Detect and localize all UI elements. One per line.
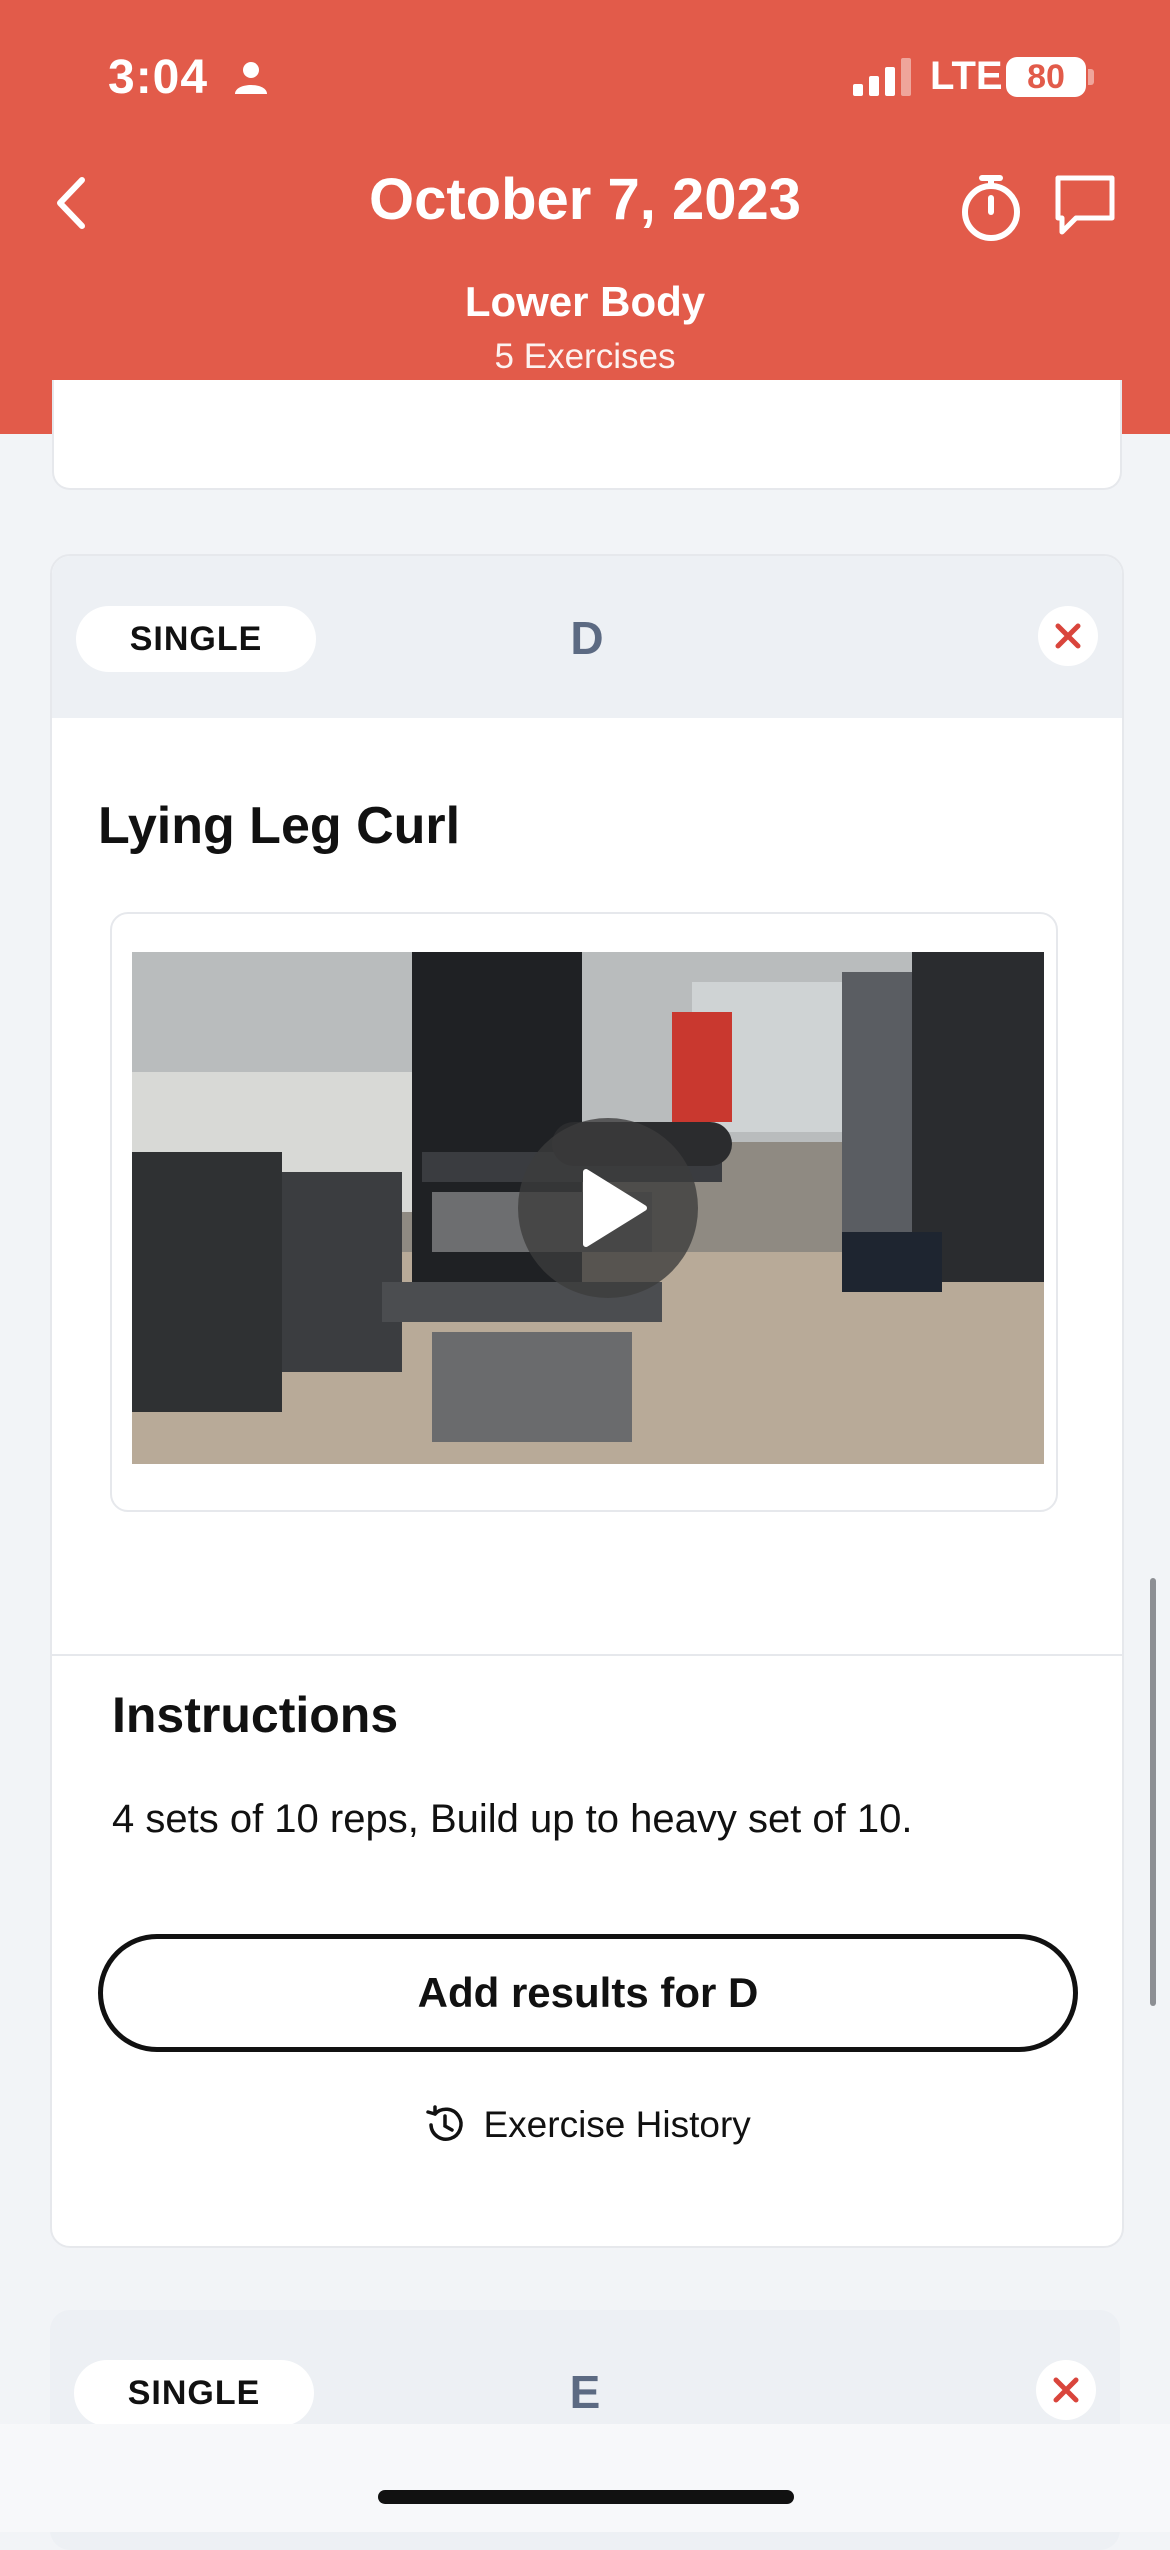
- person-icon: [235, 62, 267, 94]
- chat-icon: [1055, 175, 1115, 235]
- bottom-safe-area: [0, 2424, 1170, 2532]
- app-header: 3:04 LTE 80 October 7, 2023 Lower Body 5…: [0, 0, 1170, 434]
- exercise-video[interactable]: [132, 952, 1044, 1464]
- play-button[interactable]: [518, 1118, 698, 1298]
- timer-button[interactable]: [958, 172, 1024, 244]
- add-results-button[interactable]: Add results for D: [98, 1934, 1078, 2052]
- exercise-letter: D: [570, 612, 604, 664]
- play-icon: [583, 1169, 647, 1247]
- video-container: [110, 912, 1058, 1512]
- exercise-name: Lying Leg Curl: [98, 797, 461, 855]
- exercise-card-header: SINGLE D: [52, 556, 1122, 718]
- instructions-text: 4 sets of 10 reps, Build up to heavy set…: [112, 1797, 913, 1841]
- workout-name: Lower Body: [464, 278, 706, 325]
- battery-tip: [1088, 69, 1094, 85]
- status-time: 3:04: [108, 51, 209, 104]
- close-icon: [1055, 623, 1081, 649]
- timer-icon: [962, 175, 1020, 241]
- exercise-history-label: Exercise History: [483, 2104, 751, 2146]
- home-indicator[interactable]: [378, 2490, 794, 2504]
- instructions-heading: Instructions: [112, 1687, 399, 1743]
- exercise-history-link[interactable]: Exercise History: [52, 2102, 1122, 2152]
- battery-indicator: 80: [1006, 57, 1086, 97]
- exercise-count: 5 Exercises: [494, 337, 676, 376]
- section-divider: [52, 1654, 1122, 1656]
- network-label: LTE: [930, 54, 1003, 98]
- close-icon: [1053, 2377, 1079, 2403]
- history-icon: [426, 2105, 463, 2142]
- next-exercise-letter: E: [569, 2366, 601, 2418]
- signal-icon: [853, 58, 911, 96]
- chat-button[interactable]: [1052, 172, 1118, 238]
- scrollbar[interactable]: [1150, 1578, 1156, 2006]
- remove-exercise-button[interactable]: [1038, 606, 1098, 666]
- exercise-card: SINGLE D Lying Leg Curl Instructions 4 s…: [50, 554, 1124, 2248]
- remove-next-exercise-button[interactable]: [1036, 2360, 1096, 2420]
- previous-exercise-card: [52, 380, 1122, 490]
